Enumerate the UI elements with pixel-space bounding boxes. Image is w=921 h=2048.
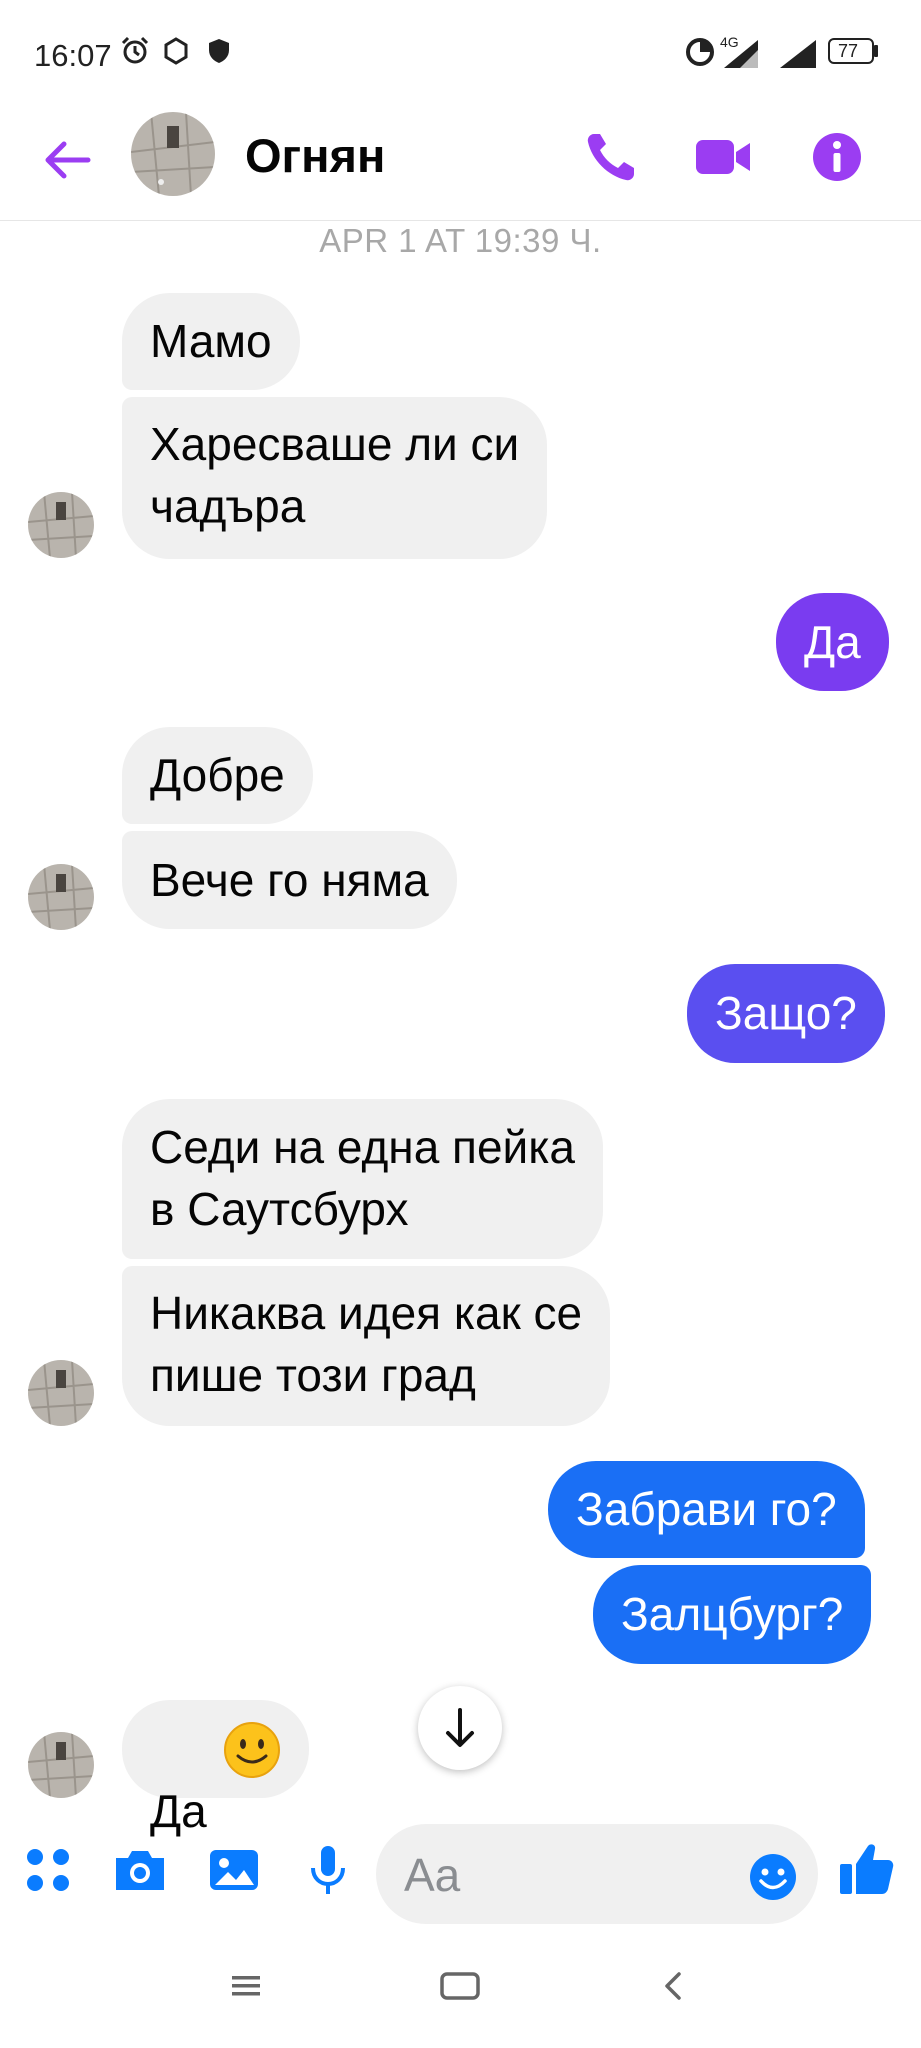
sender-avatar — [28, 492, 94, 558]
message-bubble-out[interactable]: Залцбург? — [593, 1565, 872, 1664]
menu-icon[interactable] — [228, 1968, 264, 2004]
home-icon[interactable] — [438, 1968, 482, 2004]
system-nav-bar — [0, 1940, 921, 2048]
battery-level: 77 — [838, 41, 859, 61]
battery-tip — [874, 45, 878, 57]
message-bubble-in[interactable]: Да — [122, 1700, 309, 1837]
scroll-to-bottom-button[interactable] — [418, 1686, 502, 1770]
emoji-icon[interactable] — [748, 1852, 798, 1902]
status-bar: 16:07 4G 77 — [0, 0, 921, 110]
back-arrow-icon[interactable] — [38, 132, 94, 188]
battery-icon: 77 — [828, 38, 874, 64]
message-bubble-in[interactable]: Седи на една пейка в Саутсбурх — [122, 1099, 603, 1259]
message-bubble-in[interactable]: Добре — [122, 727, 313, 824]
message-bubble-out[interactable]: Да — [776, 593, 889, 691]
arrow-down-icon — [446, 1708, 474, 1747]
contact-avatar[interactable] — [131, 112, 215, 196]
message-bubble-in[interactable]: Харесваше ли си чадъра — [122, 397, 548, 559]
message-input[interactable]: Aa — [376, 1824, 818, 1924]
phone-icon[interactable] — [580, 126, 642, 188]
app-hex-icon — [164, 37, 188, 65]
info-icon[interactable] — [806, 126, 868, 188]
chat-timestamp: APR 1 AT 19:39 Ч. — [319, 222, 602, 259]
smiley-emoji-icon — [224, 1722, 280, 1778]
camera-icon[interactable] — [110, 1840, 170, 1900]
thumbs-up-icon[interactable] — [836, 1838, 898, 1900]
signal-icon-2 — [780, 40, 816, 68]
data-saver-icon — [686, 38, 714, 66]
message-input-placeholder: Aa — [404, 1849, 461, 1901]
image-icon[interactable] — [204, 1840, 264, 1900]
microphone-icon[interactable] — [298, 1840, 358, 1900]
status-time: 16:07 — [34, 38, 112, 73]
message-bubble-in[interactable]: Мамо — [122, 293, 300, 390]
contact-name[interactable]: Огнян — [245, 128, 385, 183]
message-bubble-out[interactable]: Защо? — [687, 964, 885, 1063]
message-composer: Aa — [0, 1810, 921, 1940]
sender-avatar — [28, 864, 94, 930]
chat-header: Огнян — [0, 110, 921, 221]
alarm-icon — [121, 36, 149, 64]
sender-avatar — [28, 1732, 94, 1798]
back-icon[interactable] — [656, 1968, 692, 2004]
sender-avatar — [28, 1360, 94, 1426]
message-bubble-out[interactable]: Забрави го? — [548, 1461, 865, 1558]
video-icon[interactable] — [692, 126, 754, 188]
apps-icon[interactable] — [18, 1840, 78, 1900]
message-bubble-in[interactable]: Вече го няма — [122, 831, 457, 929]
message-bubble-in[interactable]: Никаква идея как се пише този град — [122, 1266, 611, 1426]
signal-icon — [724, 40, 758, 68]
shield-icon — [209, 39, 229, 63]
